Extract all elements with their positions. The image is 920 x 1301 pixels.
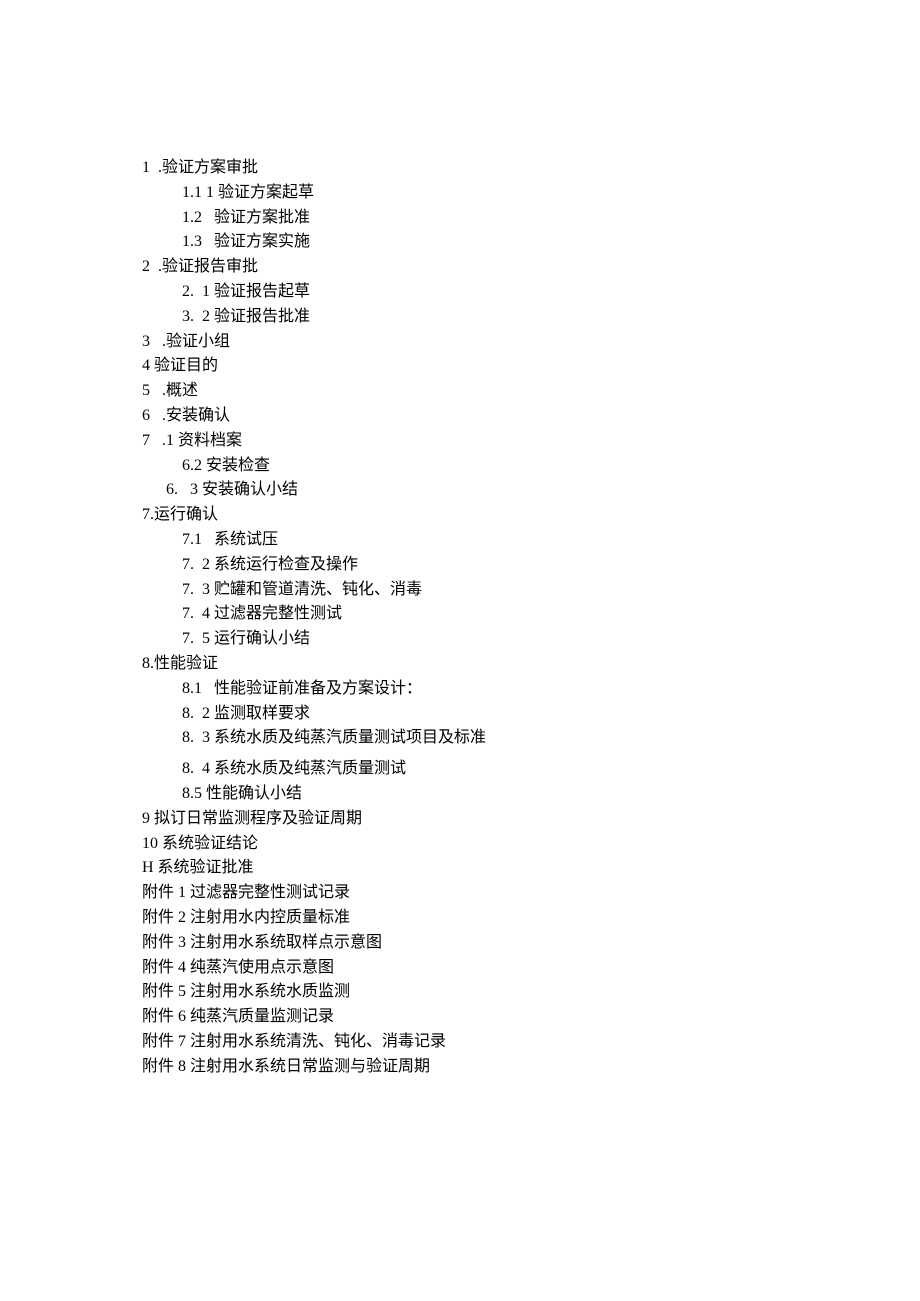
toc-line: 10 系统验证结论 xyxy=(142,832,920,857)
toc-line: 附件 1 过滤器完整性测试记录 xyxy=(142,881,920,906)
toc-line: 1.2 验证方案批准 xyxy=(142,206,920,231)
toc-line: 附件 4 纯蒸汽使用点示意图 xyxy=(142,956,920,981)
toc-line: 7 .1 资料档案 xyxy=(142,429,920,454)
toc-line: H 系统验证批准 xyxy=(142,856,920,881)
toc-line: 附件 3 注射用水系统取样点示意图 xyxy=(142,931,920,956)
toc-line: 附件 7 注射用水系统清洗、钝化、消毒记录 xyxy=(142,1030,920,1055)
toc-line: 8. 2 监测取样要求 xyxy=(142,702,920,727)
toc-line: 7. 4 过滤器完整性测试 xyxy=(142,602,920,627)
toc-line: 8. 4 系统水质及纯蒸汽质量测试 xyxy=(142,757,920,782)
toc-line: 附件 5 注射用水系统水质监测 xyxy=(142,980,920,1005)
toc-line: 2. 1 验证报告起草 xyxy=(142,280,920,305)
toc-line: 8. 3 系统水质及纯蒸汽质量测试项目及标准 xyxy=(142,726,920,751)
toc-line: 附件 8 注射用水系统日常监测与验证周期 xyxy=(142,1055,920,1080)
toc-line: 6. 3 安装确认小结 xyxy=(142,478,920,503)
toc-line: 2 .验证报告审批 xyxy=(142,255,920,280)
toc-line: 9 拟订日常监测程序及验证周期 xyxy=(142,807,920,832)
toc-line: 1.3 验证方案实施 xyxy=(142,230,920,255)
toc-line: 6.2 安装检查 xyxy=(142,454,920,479)
toc-line: 7. 3 贮罐和管道清洗、钝化、消毒 xyxy=(142,578,920,603)
toc-line: 附件 6 纯蒸汽质量监测记录 xyxy=(142,1005,920,1030)
toc-line: 4 验证目的 xyxy=(142,354,920,379)
toc-line: 8.性能验证 xyxy=(142,652,920,677)
toc-line: 8.5 性能确认小结 xyxy=(142,782,920,807)
toc-line: 1 .验证方案审批 xyxy=(142,156,920,181)
toc-line: 7. 2 系统运行检查及操作 xyxy=(142,553,920,578)
toc-line: 附件 2 注射用水内控质量标准 xyxy=(142,906,920,931)
toc-line: 7.1 系统试压 xyxy=(142,528,920,553)
toc-line: 3 .验证小组 xyxy=(142,330,920,355)
document-body: 1 .验证方案审批1.1 1 验证方案起草1.2 验证方案批准1.3 验证方案实… xyxy=(142,156,920,1079)
toc-line: 7.运行确认 xyxy=(142,503,920,528)
toc-line: 8.1 性能验证前准备及方案设计： xyxy=(142,677,920,702)
toc-line: 6 .安装确认 xyxy=(142,404,920,429)
toc-line: 5 .概述 xyxy=(142,379,920,404)
toc-line: 3. 2 验证报告批准 xyxy=(142,305,920,330)
toc-line: 7. 5 运行确认小结 xyxy=(142,627,920,652)
toc-line: 1.1 1 验证方案起草 xyxy=(142,181,920,206)
